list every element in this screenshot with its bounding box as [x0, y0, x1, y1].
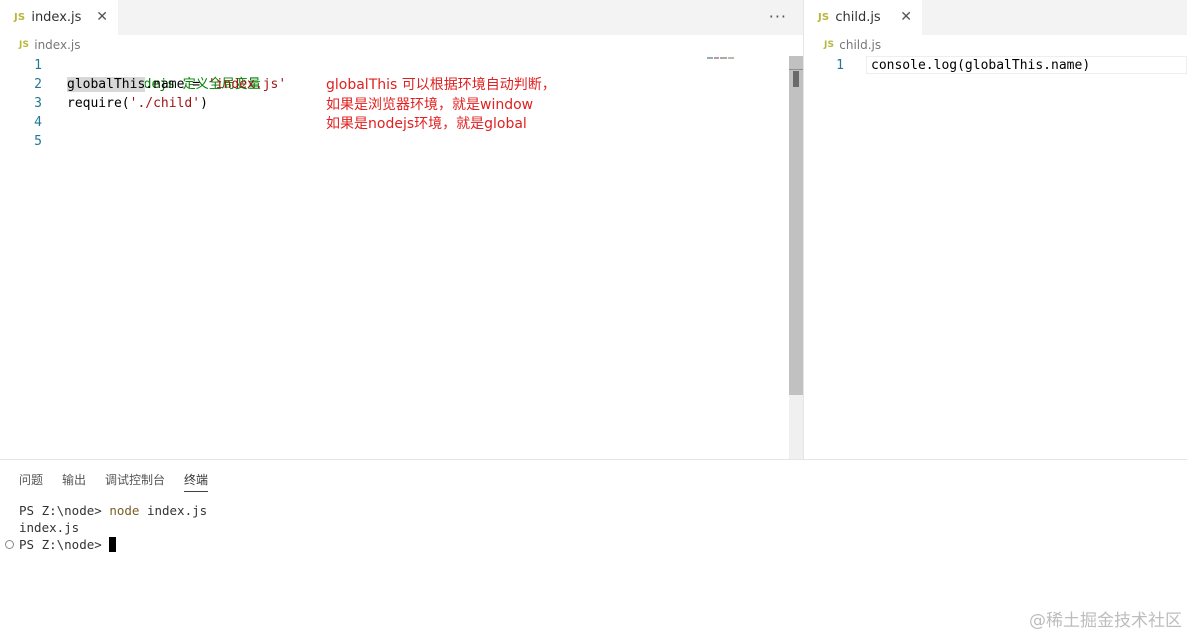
code-editor[interactable]: console.log(globalThis.name) [871, 56, 1090, 75]
tab-index-js[interactable]: JS index.js ✕ [0, 0, 118, 35]
javascript-file-icon: JS [19, 40, 30, 50]
code-editor[interactable]: nodejs 定义全局变量 globalThis.name = 'index.j… [67, 56, 286, 151]
vertical-scrollbar[interactable] [789, 56, 803, 459]
minimap[interactable] [707, 56, 735, 61]
line-number: 1 [836, 58, 844, 73]
line-number: 5 [34, 134, 42, 149]
terminal-command: node [109, 503, 140, 518]
line-number-gutter: 1 [824, 56, 844, 75]
breadcrumb[interactable]: JS child.js [824, 38, 881, 52]
right-editor-group: JS child.js ✕ JS child.js 1 console.log(… [804, 0, 1187, 459]
tab-terminal[interactable]: 终端 [184, 460, 209, 492]
terminal-prompt: PS Z:\node> [19, 503, 110, 518]
code-text: require( [67, 96, 130, 111]
highlighted-identifier: globalThis [67, 77, 146, 92]
terminal-cursor [109, 537, 117, 552]
terminal-line: PS Z:\node> node index.js [19, 502, 207, 519]
breadcrumb-file-label: child.js [839, 38, 882, 52]
code-line: globalThis.name = 'index.js' [67, 75, 286, 94]
bottom-panel: 问题 输出 调试控制台 终端 PS Z:\node> node index.js… [0, 459, 1187, 637]
left-tab-bar: JS index.js ✕ ··· [0, 0, 803, 35]
line-number: 4 [34, 115, 42, 130]
watermark: @稀土掘金技术社区 [1029, 611, 1182, 631]
code-line: require('./child') [67, 94, 286, 113]
annotation-note: globalThis 可以根据环境自动判断， 如果是浏览器环境，就是window… [326, 76, 556, 135]
terminal-prompt: PS Z:\node> [19, 537, 110, 552]
line-number: 1 [34, 58, 42, 73]
code-string: 'index.js' [207, 77, 287, 92]
close-icon[interactable]: ✕ [96, 9, 108, 25]
javascript-file-icon: JS [824, 40, 835, 50]
terminal-line: PS Z:\node> [19, 536, 207, 553]
terminal-output[interactable]: PS Z:\node> node index.js index.js PS Z:… [19, 502, 207, 553]
breadcrumb-file-label: index.js [34, 38, 81, 52]
tab-output[interactable]: 输出 [62, 460, 86, 492]
line-number: 3 [34, 96, 42, 111]
code-line: nodejs 定义全局变量 [67, 56, 286, 92]
panel-tab-bar: 问题 输出 调试控制台 终端 [0, 460, 209, 492]
close-icon[interactable]: ✕ [900, 9, 912, 25]
scrollbar-divider [789, 69, 803, 70]
annotation-line: 如果是nodejs环境，就是global [326, 116, 527, 132]
tab-child-js[interactable]: JS child.js ✕ [804, 0, 922, 35]
line-number: 2 [34, 77, 42, 92]
annotation-line: globalThis 可以根据环境自动判断， [326, 77, 556, 93]
javascript-file-icon: JS [14, 12, 26, 23]
cursor-position-marker [793, 71, 799, 87]
javascript-file-icon: JS [818, 12, 830, 23]
code-string: './child' [129, 96, 201, 111]
left-editor-group: JS index.js ✕ ··· JS index.js 1 2 3 4 5 … [0, 0, 803, 459]
annotation-line: 如果是浏览器环境，就是window [326, 96, 534, 113]
right-tab-bar: JS child.js ✕ [804, 0, 1187, 35]
terminal-args: index.js [139, 503, 208, 518]
code-line: console.log(globalThis.name) [871, 58, 1091, 73]
terminal-line: index.js [19, 520, 80, 535]
code-text: ) [200, 96, 208, 111]
breadcrumb[interactable]: JS index.js [19, 38, 80, 52]
tab-debug-console[interactable]: 调试控制台 [105, 460, 165, 492]
scrollbar-thumb[interactable] [789, 56, 803, 395]
line-number-gutter: 1 2 3 4 5 [20, 56, 42, 151]
command-status-icon [5, 540, 14, 549]
tab-label: index.js [31, 10, 82, 25]
tab-problems[interactable]: 问题 [19, 460, 43, 492]
more-actions-icon[interactable]: ··· [769, 7, 787, 26]
code-text: .name = [145, 77, 208, 92]
tab-label: child.js [835, 10, 881, 25]
